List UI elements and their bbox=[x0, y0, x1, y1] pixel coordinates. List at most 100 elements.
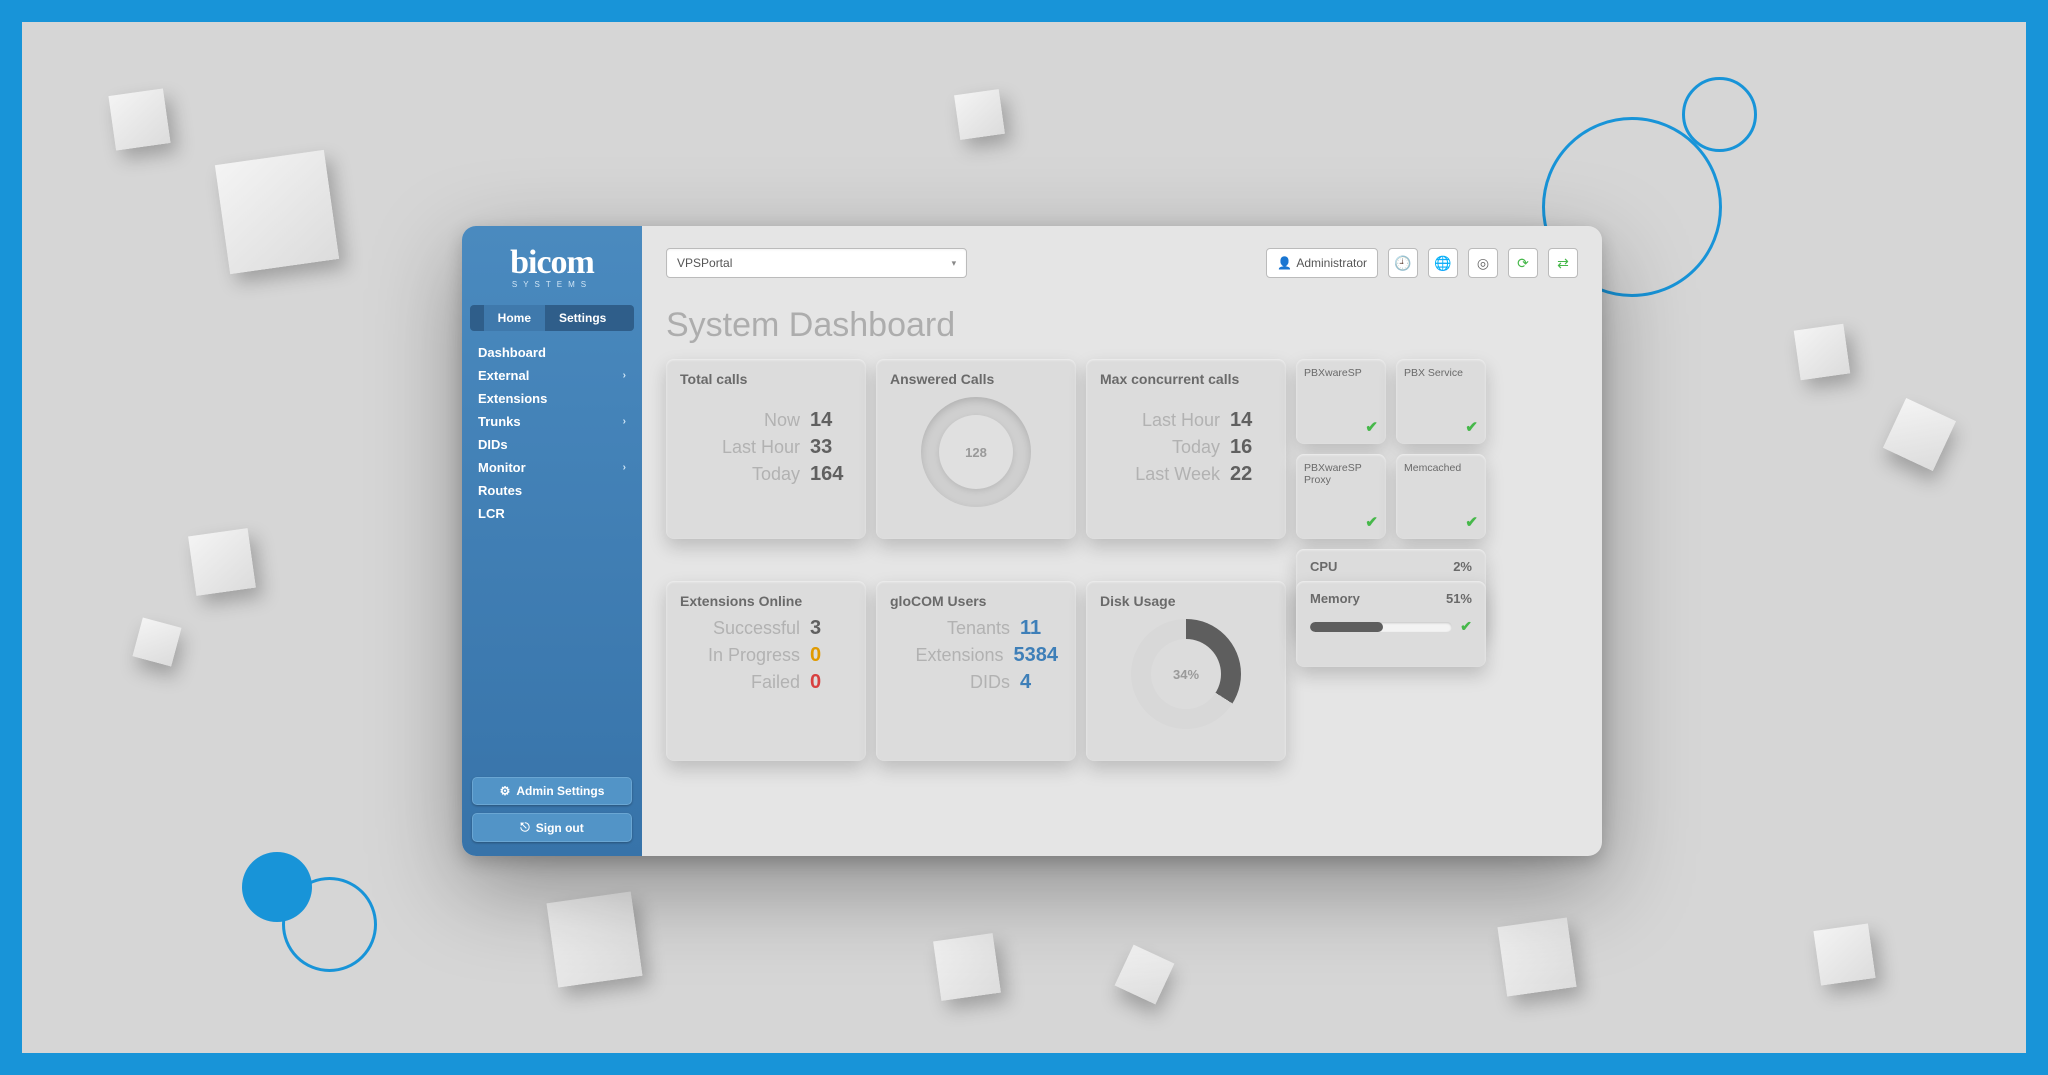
card-glocom-users: gloCOM Users Tenants11 Extensions5384 DI… bbox=[876, 581, 1076, 761]
card-total-calls: Total calls Now14 Last Hour33 Today164 bbox=[666, 359, 866, 539]
nav-trunks[interactable]: Trunks› bbox=[462, 410, 642, 433]
check-icon: ✔ bbox=[1304, 418, 1378, 436]
sidebar-tabs: Home Settings bbox=[470, 305, 634, 331]
decor-cube bbox=[133, 618, 182, 667]
sidebar-bottom: ⚙Admin Settings ⎋ Sign out bbox=[462, 769, 642, 856]
nav-label: Dashboard bbox=[478, 345, 546, 360]
stat-label: Today bbox=[1172, 437, 1220, 458]
version-icon-button[interactable]: ◎ bbox=[1468, 248, 1498, 278]
decor-cube bbox=[1813, 923, 1875, 985]
stat-label: Tenants bbox=[947, 618, 1010, 639]
status-column-1: PBXwareSP✔ PBXwareSP Proxy✔ bbox=[1296, 359, 1386, 539]
nav-label: LCR bbox=[478, 506, 505, 521]
admin-settings-button[interactable]: ⚙Admin Settings bbox=[472, 777, 632, 805]
main-area: VPSPortal ▾ 👤 Administrator 🕘 🌐 ◎ ⟳ ⇄ Sy… bbox=[642, 226, 1602, 856]
stat-value: 33 bbox=[810, 436, 848, 459]
stat-label: Now bbox=[764, 410, 800, 431]
sign-out-button[interactable]: ⎋ Sign out bbox=[472, 813, 632, 842]
card-max-concurrent: Max concurrent calls Last Hour14 Today16… bbox=[1086, 359, 1286, 539]
stat-value: 0 bbox=[810, 671, 848, 694]
nav-routes[interactable]: Routes bbox=[462, 479, 642, 502]
user-icon: 👤 bbox=[1277, 256, 1292, 270]
status-pbx-service: PBX Service ✔ bbox=[1396, 359, 1486, 444]
clock-icon: 🕘 bbox=[1394, 255, 1411, 272]
nav-label: Routes bbox=[478, 483, 522, 498]
nav-label: Monitor bbox=[478, 460, 526, 475]
page-title: System Dashboard bbox=[666, 306, 1578, 345]
clock-icon-button[interactable]: 🕘 bbox=[1388, 248, 1418, 278]
stat-value: 14 bbox=[810, 409, 848, 432]
stat-value: 11 bbox=[1020, 617, 1058, 640]
check-icon: ✔ bbox=[1404, 418, 1478, 436]
globe-icon-button[interactable]: 🌐 bbox=[1428, 248, 1458, 278]
admin-label: Administrator bbox=[1296, 256, 1367, 270]
check-icon: ✔ bbox=[1304, 513, 1378, 531]
card-title: Disk Usage bbox=[1100, 593, 1272, 609]
stat-value: 3 bbox=[810, 617, 848, 640]
decor-cube bbox=[215, 150, 339, 274]
stat-value: 0 bbox=[810, 644, 848, 667]
stat-label: In Progress bbox=[708, 645, 800, 666]
sidebar: bicom SYSTEMS Home Settings Dashboard Ex… bbox=[462, 226, 642, 856]
stat-label: Failed bbox=[751, 672, 800, 693]
chevron-right-icon: › bbox=[623, 416, 626, 427]
nav-dashboard[interactable]: Dashboard bbox=[462, 341, 642, 364]
sidebar-nav: Dashboard External› Extensions Trunks› D… bbox=[462, 341, 642, 525]
brand-sub: SYSTEMS bbox=[472, 280, 632, 289]
card-title: Max concurrent calls bbox=[1100, 371, 1272, 387]
status-label: PBXwareSP bbox=[1304, 367, 1378, 379]
decor-circle bbox=[282, 877, 377, 972]
admin-chip[interactable]: 👤 Administrator bbox=[1266, 248, 1378, 278]
status-pbxwaresp: PBXwareSP ✔ bbox=[1296, 359, 1386, 444]
card-title: Extensions Online bbox=[680, 593, 852, 609]
nav-label: External bbox=[478, 368, 529, 383]
decor-cube bbox=[1497, 917, 1576, 996]
select-value: VPSPortal bbox=[677, 256, 732, 270]
card-answered-calls: Answered Calls 128 bbox=[876, 359, 1076, 539]
donut-center-value: 128 bbox=[921, 397, 1031, 507]
status-column-2: PBX Service ✔ Memcached✔ bbox=[1396, 359, 1486, 539]
button-label: Sign out bbox=[536, 821, 584, 835]
tenant-select[interactable]: VPSPortal ▾ bbox=[666, 248, 967, 278]
card-title: gloCOM Users bbox=[890, 593, 1062, 609]
decor-cube bbox=[546, 891, 642, 987]
stat-label: Last Week bbox=[1135, 464, 1220, 485]
stat-value: 5384 bbox=[1014, 644, 1059, 667]
decor-cube bbox=[188, 528, 256, 596]
reload-icon-button[interactable]: ⟳ bbox=[1508, 248, 1538, 278]
nav-lcr[interactable]: LCR bbox=[462, 502, 642, 525]
gear-icon: ⚙ bbox=[500, 784, 511, 798]
brand-name: bicom bbox=[472, 244, 632, 282]
decor-cube bbox=[933, 933, 1001, 1001]
refresh-icon-button[interactable]: ⇄ bbox=[1548, 248, 1578, 278]
check-icon: ✔ bbox=[1404, 513, 1478, 531]
card-memory: Memory51% ✔ bbox=[1296, 581, 1486, 667]
bar-percent: 51% bbox=[1446, 591, 1472, 606]
decor-cube bbox=[1794, 324, 1850, 380]
stat-label: Successful bbox=[713, 618, 800, 639]
nav-dids[interactable]: DIDs bbox=[462, 433, 642, 456]
nav-external[interactable]: External› bbox=[462, 364, 642, 387]
chevron-right-icon: › bbox=[623, 462, 626, 473]
app-window: bicom SYSTEMS Home Settings Dashboard Ex… bbox=[462, 226, 1602, 856]
stat-value: 16 bbox=[1230, 436, 1268, 459]
tab-settings[interactable]: Settings bbox=[545, 305, 620, 331]
brand-logo: bicom SYSTEMS bbox=[462, 226, 642, 299]
nav-extensions[interactable]: Extensions bbox=[462, 387, 642, 410]
decor-cube bbox=[1115, 945, 1175, 1005]
nav-monitor[interactable]: Monitor › bbox=[462, 456, 642, 479]
reload-icon: ⟳ bbox=[1517, 255, 1529, 272]
stat-label: Last Hour bbox=[1142, 410, 1220, 431]
check-icon: ✔ bbox=[1460, 618, 1472, 635]
refresh-icon: ⇄ bbox=[1557, 255, 1569, 272]
status-label: PBX Service bbox=[1404, 367, 1478, 379]
stat-value: 4 bbox=[1020, 671, 1058, 694]
decor-cube bbox=[1883, 398, 1956, 471]
cards-grid: Total calls Now14 Last Hour33 Today164 A… bbox=[666, 359, 1578, 761]
signout-icon: ⎋ bbox=[520, 820, 530, 835]
stat-label: Last Hour bbox=[722, 437, 800, 458]
tab-home[interactable]: Home bbox=[484, 305, 545, 331]
donut-center-value: 34% bbox=[1131, 619, 1241, 729]
status-memcached: Memcached✔ bbox=[1396, 454, 1486, 539]
card-disk-usage: Disk Usage 34% bbox=[1086, 581, 1286, 761]
